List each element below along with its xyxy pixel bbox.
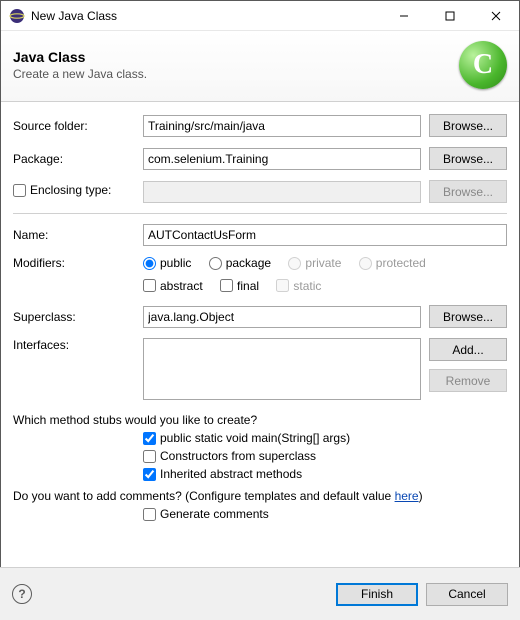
modifier-private-radio: private bbox=[288, 256, 341, 270]
modifier-protected-radio: protected bbox=[359, 256, 426, 270]
close-button[interactable] bbox=[473, 1, 519, 31]
name-label: Name: bbox=[13, 228, 143, 242]
minimize-button[interactable] bbox=[381, 1, 427, 31]
modifier-final-checkbox[interactable]: final bbox=[220, 279, 259, 293]
name-input[interactable] bbox=[143, 224, 507, 246]
interfaces-label: Interfaces: bbox=[13, 338, 143, 352]
enclosing-type-checkbox[interactable]: Enclosing type: bbox=[13, 183, 111, 197]
package-label: Package: bbox=[13, 152, 143, 166]
cancel-button[interactable]: Cancel bbox=[426, 583, 508, 606]
dialog-button-bar: ? Finish Cancel bbox=[0, 567, 520, 620]
title-bar: New Java Class bbox=[1, 1, 519, 31]
stub-inherited-checkbox[interactable]: Inherited abstract methods bbox=[143, 467, 493, 481]
banner-subtitle: Create a new Java class. bbox=[13, 67, 459, 81]
divider bbox=[13, 213, 507, 214]
banner-heading: Java Class bbox=[13, 49, 459, 65]
form-area: Source folder: Browse... Package: Browse… bbox=[1, 102, 519, 533]
superclass-label: Superclass: bbox=[13, 310, 143, 324]
enclosing-type-browse-button: Browse... bbox=[429, 180, 507, 203]
stub-main-checkbox[interactable]: public static void main(String[] args) bbox=[143, 431, 493, 445]
modifier-static-checkbox: static bbox=[276, 279, 321, 293]
comments-question: Do you want to add comments? (Configure … bbox=[13, 489, 507, 503]
package-input[interactable] bbox=[143, 148, 421, 170]
stubs-question: Which method stubs would you like to cre… bbox=[13, 413, 507, 427]
source-folder-label: Source folder: bbox=[13, 119, 143, 133]
enclosing-type-input bbox=[143, 181, 421, 203]
eclipse-icon bbox=[9, 8, 25, 24]
modifier-abstract-checkbox[interactable]: abstract bbox=[143, 279, 203, 293]
modifiers-label: Modifiers: bbox=[13, 256, 143, 270]
configure-templates-link[interactable]: here bbox=[395, 489, 419, 503]
interfaces-list[interactable] bbox=[143, 338, 421, 400]
maximize-button[interactable] bbox=[427, 1, 473, 31]
source-folder-browse-button[interactable]: Browse... bbox=[429, 114, 507, 137]
source-folder-input[interactable] bbox=[143, 115, 421, 137]
package-browse-button[interactable]: Browse... bbox=[429, 147, 507, 170]
interfaces-remove-button: Remove bbox=[429, 369, 507, 392]
modifier-public-radio[interactable]: public bbox=[143, 256, 191, 270]
dialog-banner: Java Class Create a new Java class. C bbox=[1, 31, 519, 102]
superclass-browse-button[interactable]: Browse... bbox=[429, 305, 507, 328]
finish-button[interactable]: Finish bbox=[336, 583, 418, 606]
stub-constructors-checkbox[interactable]: Constructors from superclass bbox=[143, 449, 493, 463]
interfaces-add-button[interactable]: Add... bbox=[429, 338, 507, 361]
superclass-input[interactable] bbox=[143, 306, 421, 328]
window-title: New Java Class bbox=[31, 9, 381, 23]
modifier-package-radio[interactable]: package bbox=[209, 256, 271, 270]
generate-comments-checkbox[interactable]: Generate comments bbox=[143, 507, 493, 521]
help-icon[interactable]: ? bbox=[12, 584, 32, 604]
class-icon: C bbox=[459, 41, 507, 89]
